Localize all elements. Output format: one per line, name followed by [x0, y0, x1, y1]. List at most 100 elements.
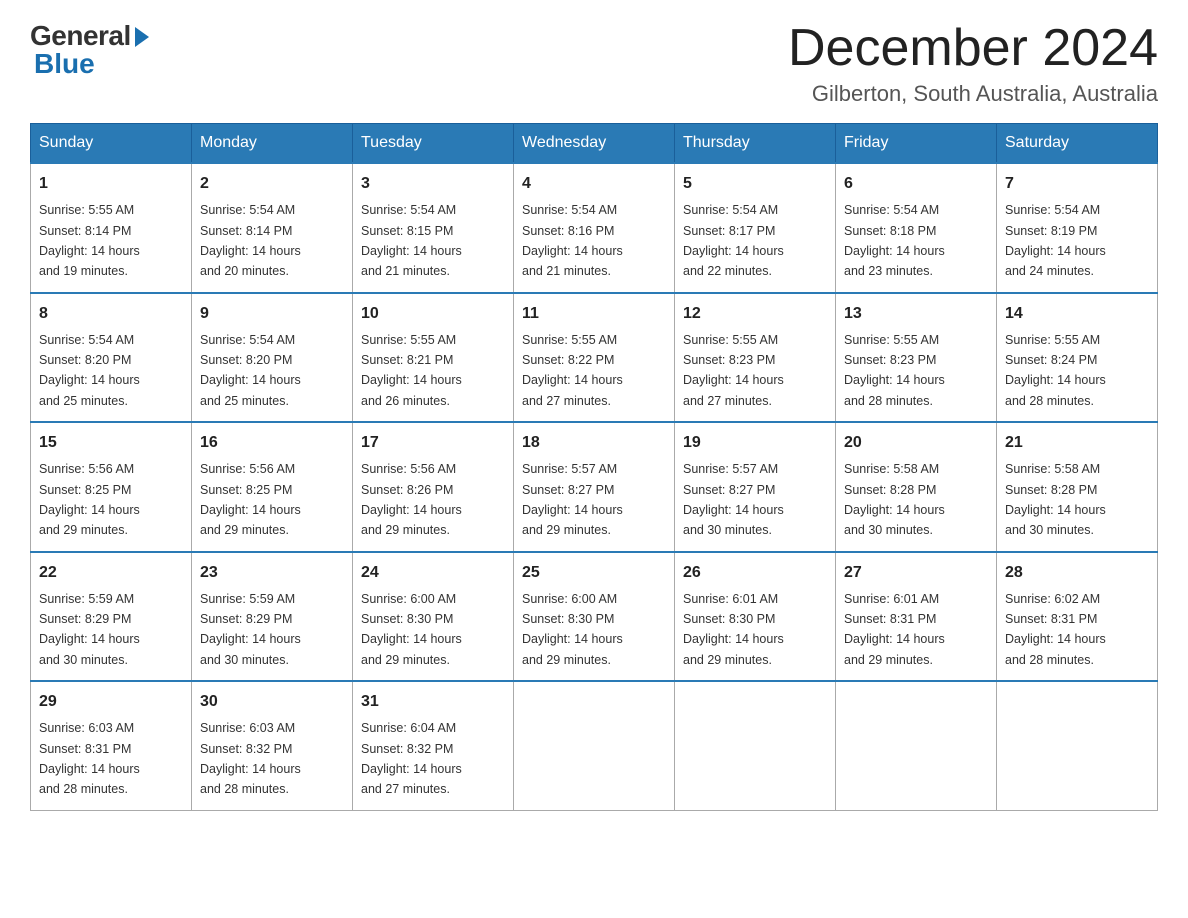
- calendar-cell: 9 Sunrise: 5:54 AMSunset: 8:20 PMDayligh…: [192, 293, 353, 423]
- calendar-cell: [675, 681, 836, 810]
- day-number: 15: [39, 431, 183, 455]
- day-info: Sunrise: 5:59 AMSunset: 8:29 PMDaylight:…: [39, 592, 140, 667]
- calendar-cell: [997, 681, 1158, 810]
- calendar-cell: 19 Sunrise: 5:57 AMSunset: 8:27 PMDaylig…: [675, 422, 836, 552]
- day-number: 27: [844, 561, 988, 585]
- calendar-cell: [836, 681, 997, 810]
- calendar-cell: 28 Sunrise: 6:02 AMSunset: 8:31 PMDaylig…: [997, 552, 1158, 682]
- calendar-table: SundayMondayTuesdayWednesdayThursdayFrid…: [30, 123, 1158, 811]
- logo-triangle-icon: [135, 27, 149, 47]
- calendar-cell: 31 Sunrise: 6:04 AMSunset: 8:32 PMDaylig…: [353, 681, 514, 810]
- calendar-week-row: 8 Sunrise: 5:54 AMSunset: 8:20 PMDayligh…: [31, 293, 1158, 423]
- day-number: 6: [844, 172, 988, 196]
- title-area: December 2024 Gilberton, South Australia…: [788, 20, 1158, 107]
- day-info: Sunrise: 5:55 AMSunset: 8:14 PMDaylight:…: [39, 203, 140, 278]
- day-info: Sunrise: 6:03 AMSunset: 8:32 PMDaylight:…: [200, 721, 301, 796]
- day-number: 22: [39, 561, 183, 585]
- calendar-cell: 14 Sunrise: 5:55 AMSunset: 8:24 PMDaylig…: [997, 293, 1158, 423]
- calendar-cell: 12 Sunrise: 5:55 AMSunset: 8:23 PMDaylig…: [675, 293, 836, 423]
- calendar-cell: 8 Sunrise: 5:54 AMSunset: 8:20 PMDayligh…: [31, 293, 192, 423]
- calendar-cell: 2 Sunrise: 5:54 AMSunset: 8:14 PMDayligh…: [192, 163, 353, 293]
- day-info: Sunrise: 5:58 AMSunset: 8:28 PMDaylight:…: [1005, 462, 1106, 537]
- day-number: 10: [361, 302, 505, 326]
- calendar-cell: 11 Sunrise: 5:55 AMSunset: 8:22 PMDaylig…: [514, 293, 675, 423]
- calendar-week-row: 1 Sunrise: 5:55 AMSunset: 8:14 PMDayligh…: [31, 163, 1158, 293]
- day-number: 21: [1005, 431, 1149, 455]
- day-number: 23: [200, 561, 344, 585]
- calendar-week-row: 29 Sunrise: 6:03 AMSunset: 8:31 PMDaylig…: [31, 681, 1158, 810]
- day-info: Sunrise: 5:58 AMSunset: 8:28 PMDaylight:…: [844, 462, 945, 537]
- day-number: 13: [844, 302, 988, 326]
- day-info: Sunrise: 6:00 AMSunset: 8:30 PMDaylight:…: [361, 592, 462, 667]
- day-info: Sunrise: 5:54 AMSunset: 8:20 PMDaylight:…: [39, 333, 140, 408]
- calendar-cell: 5 Sunrise: 5:54 AMSunset: 8:17 PMDayligh…: [675, 163, 836, 293]
- calendar-cell: 26 Sunrise: 6:01 AMSunset: 8:30 PMDaylig…: [675, 552, 836, 682]
- location-title: Gilberton, South Australia, Australia: [788, 81, 1158, 107]
- day-number: 24: [361, 561, 505, 585]
- day-number: 8: [39, 302, 183, 326]
- day-number: 14: [1005, 302, 1149, 326]
- day-info: Sunrise: 6:02 AMSunset: 8:31 PMDaylight:…: [1005, 592, 1106, 667]
- day-info: Sunrise: 5:55 AMSunset: 8:23 PMDaylight:…: [844, 333, 945, 408]
- day-info: Sunrise: 5:54 AMSunset: 8:15 PMDaylight:…: [361, 203, 462, 278]
- day-info: Sunrise: 5:56 AMSunset: 8:25 PMDaylight:…: [39, 462, 140, 537]
- calendar-cell: 23 Sunrise: 5:59 AMSunset: 8:29 PMDaylig…: [192, 552, 353, 682]
- day-info: Sunrise: 6:01 AMSunset: 8:31 PMDaylight:…: [844, 592, 945, 667]
- day-info: Sunrise: 5:55 AMSunset: 8:24 PMDaylight:…: [1005, 333, 1106, 408]
- calendar-header-row: SundayMondayTuesdayWednesdayThursdayFrid…: [31, 124, 1158, 164]
- calendar-cell: 7 Sunrise: 5:54 AMSunset: 8:19 PMDayligh…: [997, 163, 1158, 293]
- day-info: Sunrise: 5:56 AMSunset: 8:25 PMDaylight:…: [200, 462, 301, 537]
- day-info: Sunrise: 5:55 AMSunset: 8:21 PMDaylight:…: [361, 333, 462, 408]
- day-info: Sunrise: 5:57 AMSunset: 8:27 PMDaylight:…: [522, 462, 623, 537]
- day-number: 4: [522, 172, 666, 196]
- day-info: Sunrise: 5:57 AMSunset: 8:27 PMDaylight:…: [683, 462, 784, 537]
- day-number: 9: [200, 302, 344, 326]
- calendar-week-row: 22 Sunrise: 5:59 AMSunset: 8:29 PMDaylig…: [31, 552, 1158, 682]
- calendar-cell: 30 Sunrise: 6:03 AMSunset: 8:32 PMDaylig…: [192, 681, 353, 810]
- calendar-cell: 15 Sunrise: 5:56 AMSunset: 8:25 PMDaylig…: [31, 422, 192, 552]
- day-number: 3: [361, 172, 505, 196]
- calendar-cell: 17 Sunrise: 5:56 AMSunset: 8:26 PMDaylig…: [353, 422, 514, 552]
- calendar-cell: 24 Sunrise: 6:00 AMSunset: 8:30 PMDaylig…: [353, 552, 514, 682]
- calendar-cell: 10 Sunrise: 5:55 AMSunset: 8:21 PMDaylig…: [353, 293, 514, 423]
- day-header-wednesday: Wednesday: [514, 124, 675, 164]
- logo-blue-text: Blue: [34, 48, 95, 80]
- calendar-cell: [514, 681, 675, 810]
- day-info: Sunrise: 5:54 AMSunset: 8:16 PMDaylight:…: [522, 203, 623, 278]
- day-header-tuesday: Tuesday: [353, 124, 514, 164]
- calendar-cell: 4 Sunrise: 5:54 AMSunset: 8:16 PMDayligh…: [514, 163, 675, 293]
- calendar-cell: 27 Sunrise: 6:01 AMSunset: 8:31 PMDaylig…: [836, 552, 997, 682]
- day-number: 25: [522, 561, 666, 585]
- calendar-cell: 13 Sunrise: 5:55 AMSunset: 8:23 PMDaylig…: [836, 293, 997, 423]
- day-number: 31: [361, 690, 505, 714]
- day-info: Sunrise: 5:55 AMSunset: 8:22 PMDaylight:…: [522, 333, 623, 408]
- day-number: 1: [39, 172, 183, 196]
- calendar-cell: 16 Sunrise: 5:56 AMSunset: 8:25 PMDaylig…: [192, 422, 353, 552]
- day-number: 5: [683, 172, 827, 196]
- calendar-cell: 29 Sunrise: 6:03 AMSunset: 8:31 PMDaylig…: [31, 681, 192, 810]
- day-number: 20: [844, 431, 988, 455]
- calendar-cell: 22 Sunrise: 5:59 AMSunset: 8:29 PMDaylig…: [31, 552, 192, 682]
- day-info: Sunrise: 5:54 AMSunset: 8:19 PMDaylight:…: [1005, 203, 1106, 278]
- day-info: Sunrise: 6:01 AMSunset: 8:30 PMDaylight:…: [683, 592, 784, 667]
- calendar-cell: 20 Sunrise: 5:58 AMSunset: 8:28 PMDaylig…: [836, 422, 997, 552]
- day-number: 30: [200, 690, 344, 714]
- day-info: Sunrise: 6:03 AMSunset: 8:31 PMDaylight:…: [39, 721, 140, 796]
- day-number: 12: [683, 302, 827, 326]
- day-number: 18: [522, 431, 666, 455]
- day-header-saturday: Saturday: [997, 124, 1158, 164]
- month-title: December 2024: [788, 20, 1158, 77]
- day-info: Sunrise: 5:54 AMSunset: 8:14 PMDaylight:…: [200, 203, 301, 278]
- calendar-week-row: 15 Sunrise: 5:56 AMSunset: 8:25 PMDaylig…: [31, 422, 1158, 552]
- day-info: Sunrise: 5:55 AMSunset: 8:23 PMDaylight:…: [683, 333, 784, 408]
- day-number: 2: [200, 172, 344, 196]
- day-number: 26: [683, 561, 827, 585]
- day-info: Sunrise: 5:54 AMSunset: 8:17 PMDaylight:…: [683, 203, 784, 278]
- page-header: General Blue December 2024 Gilberton, So…: [30, 20, 1158, 107]
- day-header-friday: Friday: [836, 124, 997, 164]
- day-header-sunday: Sunday: [31, 124, 192, 164]
- logo: General Blue: [30, 20, 149, 80]
- day-header-monday: Monday: [192, 124, 353, 164]
- calendar-cell: 18 Sunrise: 5:57 AMSunset: 8:27 PMDaylig…: [514, 422, 675, 552]
- calendar-cell: 25 Sunrise: 6:00 AMSunset: 8:30 PMDaylig…: [514, 552, 675, 682]
